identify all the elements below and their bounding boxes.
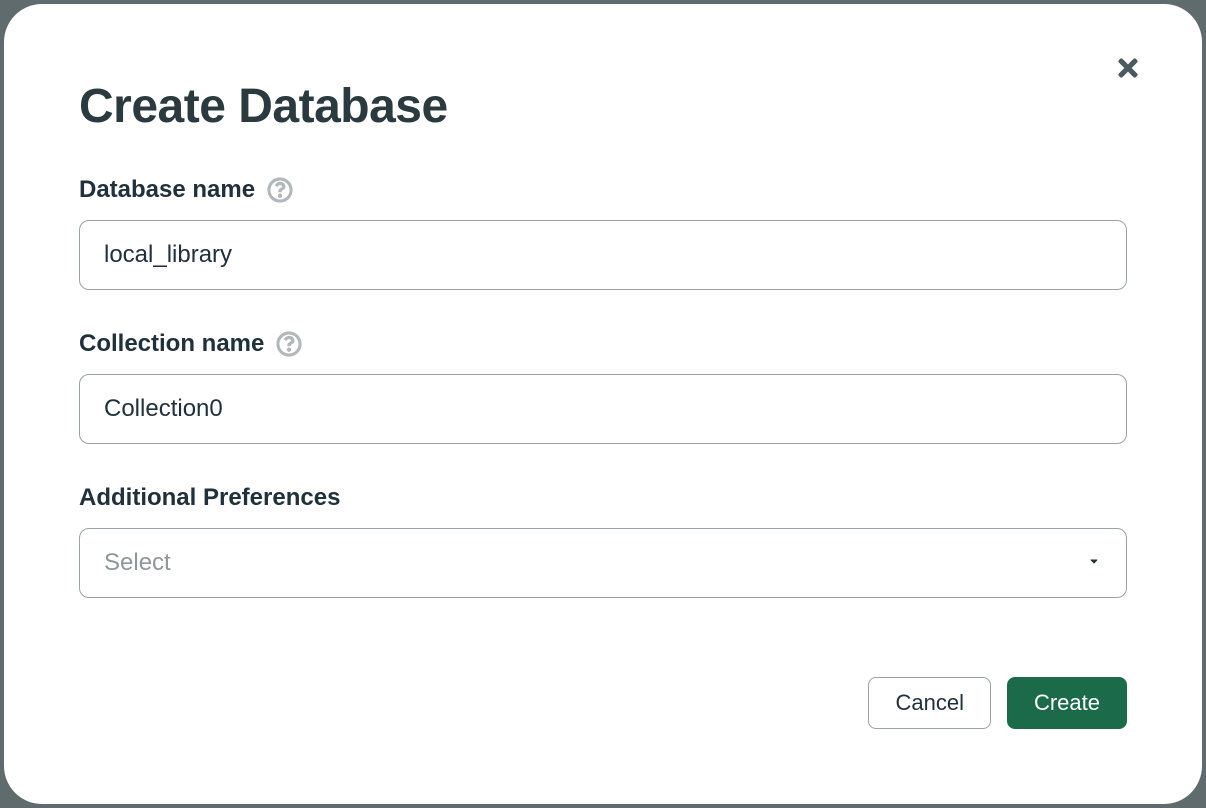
collection-name-label-row: Collection name [79,330,1127,358]
collection-name-label: Collection name [79,330,264,358]
create-database-modal: Create Database Database name Collection… [4,4,1202,804]
collection-name-group: Collection name [79,330,1127,444]
additional-preferences-group: Additional Preferences Select [79,484,1127,598]
database-name-label: Database name [79,176,255,204]
help-icon[interactable] [276,331,302,357]
additional-preferences-label: Additional Preferences [79,484,340,512]
additional-preferences-select-wrap: Select [79,528,1127,598]
close-button[interactable] [1110,52,1146,88]
additional-preferences-select[interactable]: Select [79,528,1127,598]
close-icon [1114,54,1142,87]
modal-backdrop: Create Database Database name Collection… [0,0,1206,808]
additional-preferences-label-row: Additional Preferences [79,484,1127,512]
create-button[interactable]: Create [1007,677,1127,729]
modal-footer: Cancel Create [868,677,1127,729]
additional-preferences-placeholder: Select [104,549,171,577]
collection-name-input[interactable] [79,374,1127,444]
cancel-button[interactable]: Cancel [868,677,990,729]
database-name-input[interactable] [79,220,1127,290]
modal-title: Create Database [79,79,1127,134]
database-name-label-row: Database name [79,176,1127,204]
help-icon[interactable] [267,177,293,203]
database-name-group: Database name [79,176,1127,290]
